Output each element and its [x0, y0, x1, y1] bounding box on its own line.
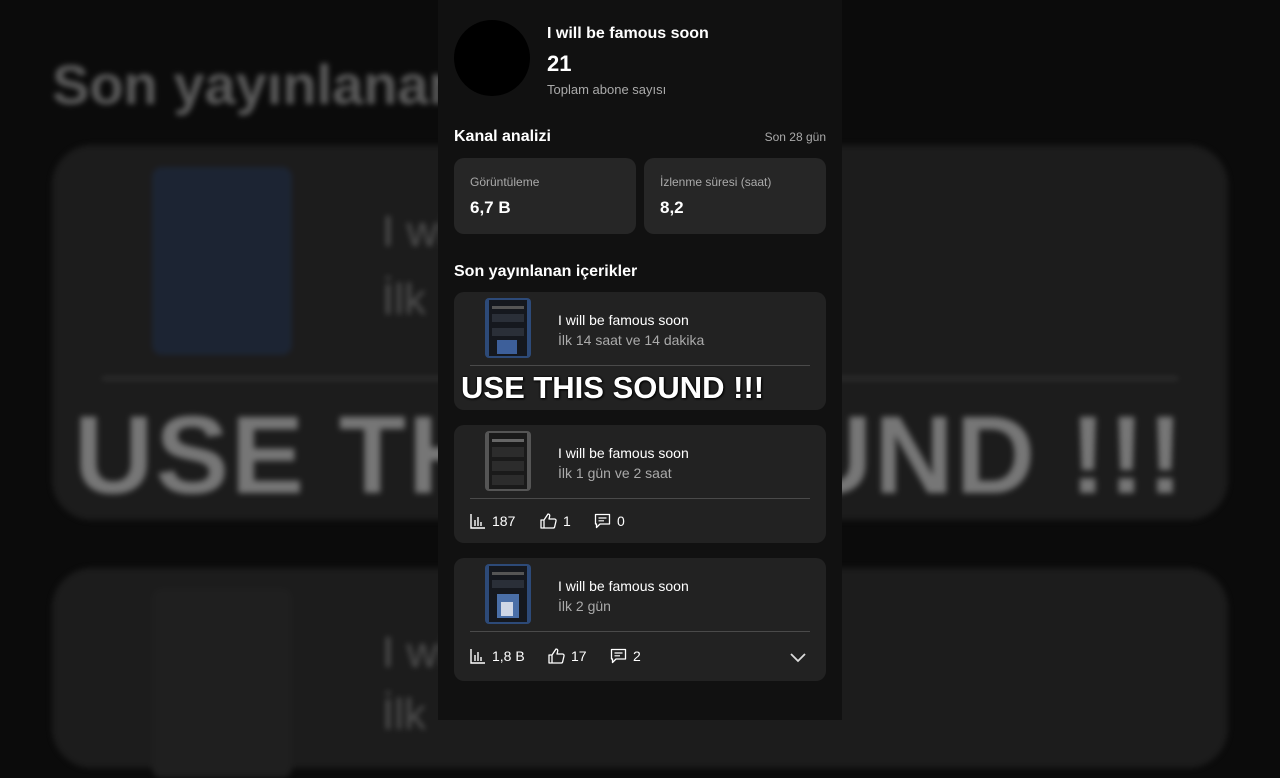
- thumbnail-image: [485, 564, 531, 624]
- stat-card-watch-time[interactable]: İzlenme süresi (saat) 8,2: [644, 158, 826, 234]
- bar-chart-icon: [470, 514, 485, 529]
- background-thumbnail: [152, 588, 292, 778]
- recent-content-title: Son yayınlanan içerikler: [454, 263, 638, 280]
- thumbnail-image: [485, 298, 531, 358]
- video-thumbnail: [485, 298, 531, 358]
- video-card[interactable]: I will be famous soon İlk 1 gün ve 2 saa…: [454, 425, 826, 543]
- stat-label: Görüntüleme: [470, 175, 540, 189]
- divider: [470, 365, 810, 366]
- video-card[interactable]: I will be famous soon İlk 2 gün 1,8 B 17…: [454, 558, 826, 681]
- expand-button[interactable]: [789, 650, 807, 668]
- views-metric: 187: [470, 513, 515, 529]
- comment-icon: [594, 513, 611, 529]
- thumbnail-image: [485, 431, 531, 491]
- stat-label: İzlenme süresi (saat): [660, 175, 772, 189]
- likes-metric: 17: [548, 648, 587, 664]
- chevron-down-icon: [790, 653, 806, 663]
- video-thumbnail: [485, 564, 531, 624]
- video-timeframe: İlk 1 gün ve 2 saat: [558, 465, 672, 481]
- thumbs-up-icon: [540, 513, 557, 529]
- analytics-title: Kanal analizi: [454, 128, 551, 145]
- stat-value: 8,2: [660, 198, 684, 217]
- background-text: İlk: [382, 690, 426, 739]
- divider: [470, 498, 810, 499]
- divider: [470, 631, 810, 632]
- video-thumbnail: [485, 431, 531, 491]
- subscriber-count: 21: [547, 51, 572, 76]
- comments-metric: 0: [594, 513, 625, 529]
- likes-metric: 1: [540, 513, 571, 529]
- stat-card-views[interactable]: Görüntüleme 6,7 B: [454, 158, 636, 234]
- video-title: I will be famous soon: [558, 578, 689, 594]
- overlay-caption: USE THIS SOUND !!!: [461, 370, 765, 405]
- comment-icon: [610, 648, 627, 664]
- analytics-period: Son 28 gün: [764, 130, 826, 144]
- background-text: İlk: [382, 275, 426, 324]
- bar-chart-icon: [470, 649, 485, 664]
- views-metric: 1,8 B: [470, 648, 525, 664]
- thumbs-up-icon: [548, 648, 565, 664]
- views-count: 1,8 B: [492, 648, 525, 664]
- video-title: I will be famous soon: [558, 312, 689, 328]
- video-title: I will be famous soon: [558, 445, 689, 461]
- subscriber-label: Toplam abone sayısı: [547, 82, 667, 97]
- stat-value: 6,7 B: [470, 198, 511, 217]
- channel-avatar[interactable]: [454, 20, 530, 96]
- comments-count: 2: [633, 648, 641, 664]
- likes-count: 1: [563, 513, 571, 529]
- video-timeframe: İlk 14 saat ve 14 dakika: [558, 332, 705, 348]
- video-timeframe: İlk 2 gün: [558, 598, 611, 614]
- comments-count: 0: [617, 513, 625, 529]
- background-title: Son yayınlanan: [52, 53, 463, 116]
- views-count: 187: [492, 513, 516, 529]
- studio-panel: I will be famous soon 21 Toplam abone sa…: [438, 0, 842, 720]
- likes-count: 17: [571, 648, 587, 664]
- comments-metric: 2: [610, 648, 641, 664]
- channel-name: I will be famous soon: [547, 25, 709, 42]
- background-thumbnail: [152, 167, 292, 355]
